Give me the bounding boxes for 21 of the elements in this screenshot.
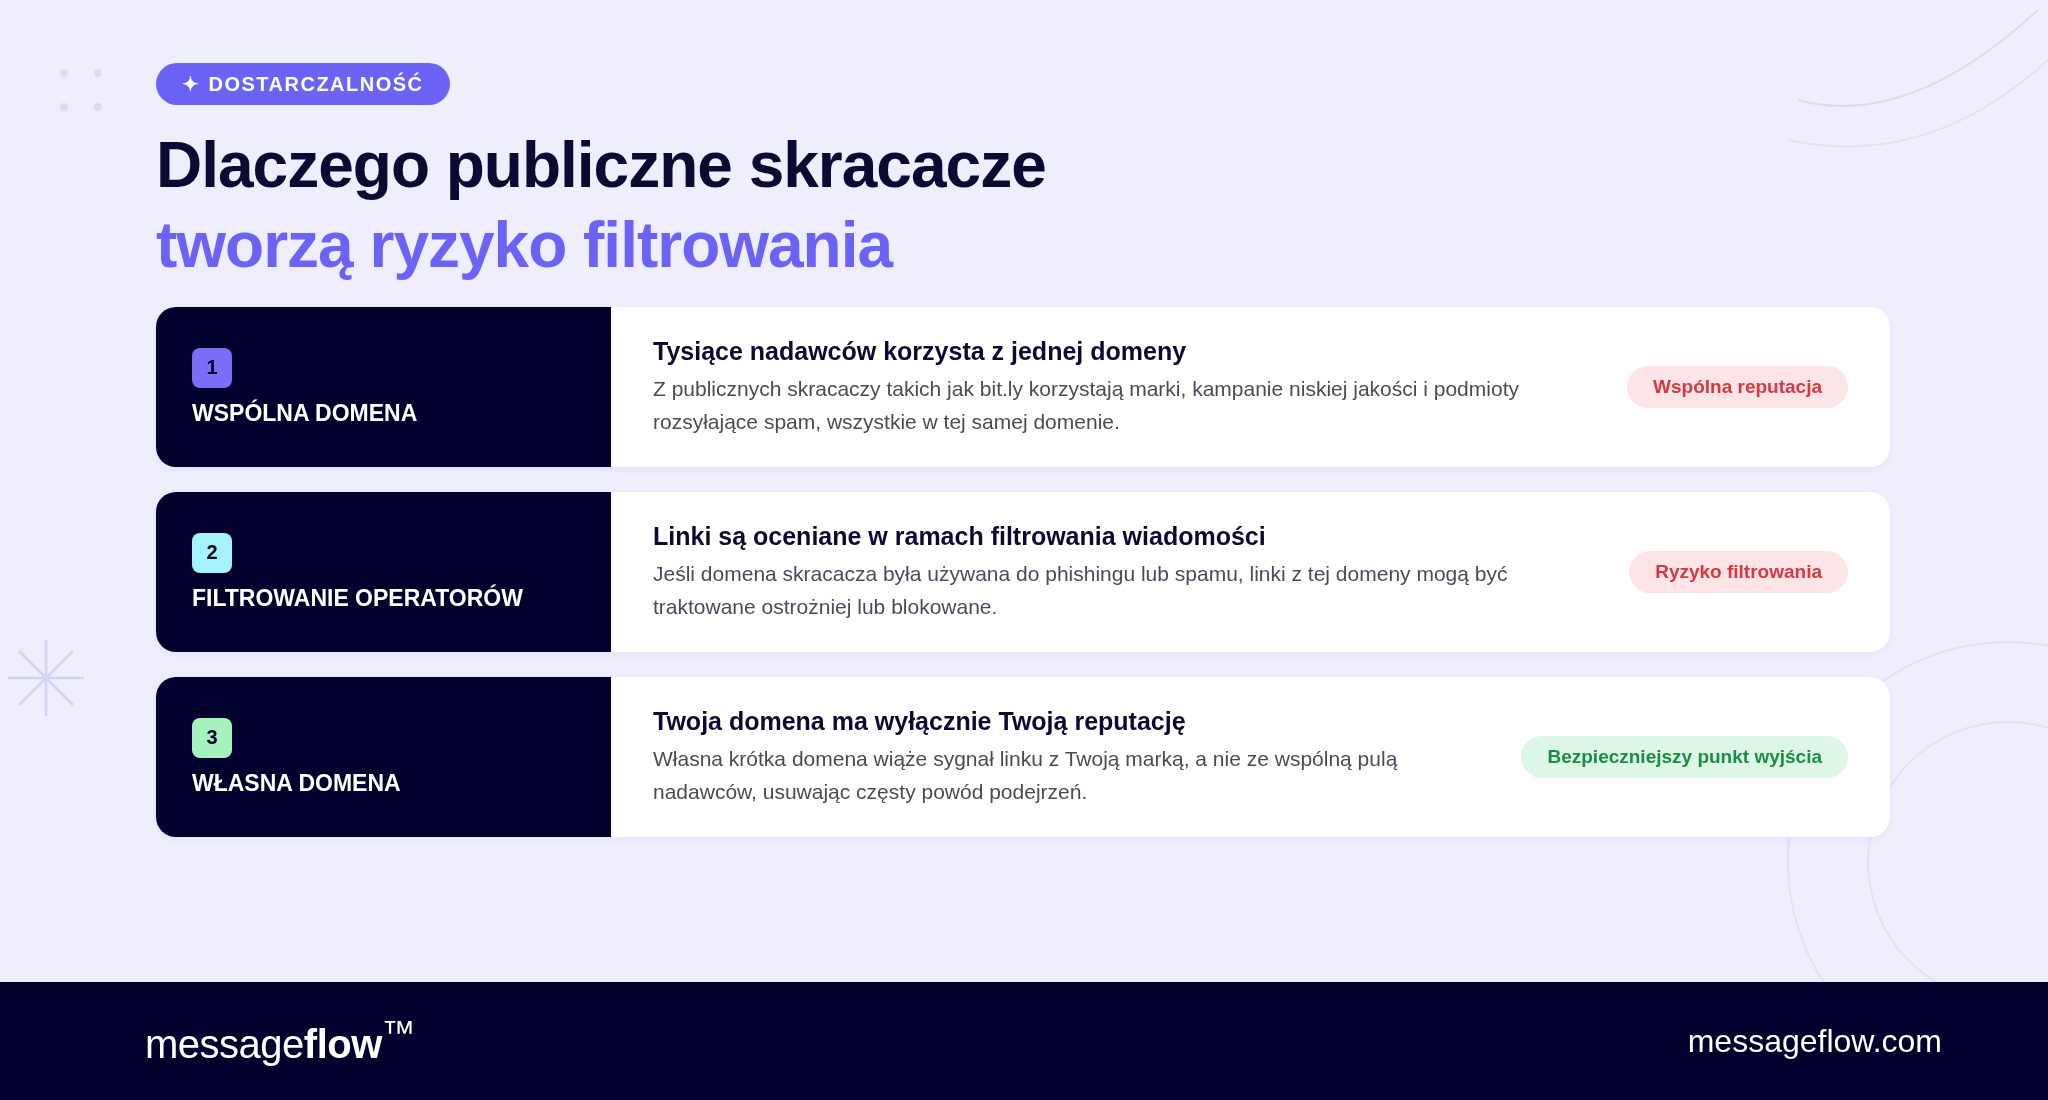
card-label: WSPÓLNA DOMENA bbox=[192, 399, 418, 427]
card-label: WŁASNA DOMENA bbox=[192, 769, 401, 797]
card-heading: Linki są oceniane w ramach filtrowania wiadomości bbox=[653, 521, 1267, 551]
sparkle-icon: ✦ bbox=[182, 72, 201, 96]
card-heading: Tysiące nadawców korzysta z jednej domeny bbox=[653, 336, 1188, 366]
card-label: FILTROWANIE OPERATORÓW bbox=[192, 584, 523, 612]
card-description: Z publicznych skracaczy takich jak bit.ly korzystają marki, kampanie niskiej jakości i podmioty rozsyłające spam, wszystkie w tej samej domenie. bbox=[653, 375, 1520, 435]
card-description: Jeśli domena skracacza była używana do phishingu lub spamu, linki z tej domeny mogą być traktowane ostrożniej lub blokowane. bbox=[653, 560, 1509, 620]
status-tag: Wspólna reputacja bbox=[1627, 366, 1848, 408]
number-badge: 3 bbox=[192, 717, 232, 758]
card-heading: Twoja domena ma wyłącznie Twoją reputację bbox=[653, 706, 1187, 736]
number-badge: 1 bbox=[192, 347, 232, 388]
brand-logo: messageflow$^{™}$ bbox=[145, 1014, 415, 1068]
website-link[interactable]: messageflow.com bbox=[1687, 1022, 1942, 1060]
status-tag: Bezpieczniejszy punkt wyjścia bbox=[1521, 736, 1848, 778]
category-label: DOSTARCZALNOŚĆ bbox=[208, 72, 424, 96]
status-tag: Ryzyko filtrowania bbox=[1629, 551, 1848, 593]
card-description: Własna krótka domena wiąże sygnał linku z Twoją marką, a nie ze wspólną pulą nadawców, usuwając częsty powód podejrzeń. bbox=[653, 745, 1399, 805]
title-line: Dlaczego publiczne skracacze bbox=[156, 128, 1046, 203]
title-highlight: tworzą ryzyko filtrowania bbox=[156, 208, 893, 283]
number-badge: 2 bbox=[192, 532, 232, 573]
